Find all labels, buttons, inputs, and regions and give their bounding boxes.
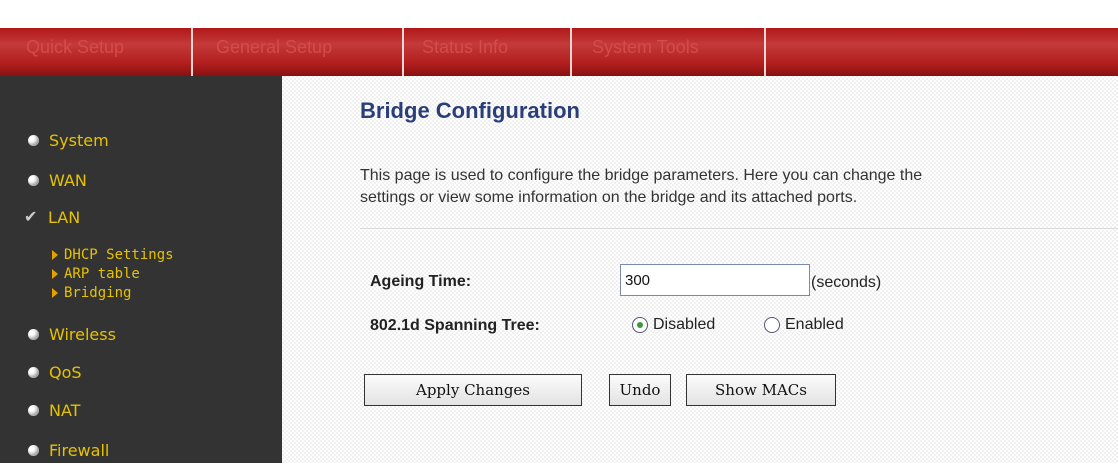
top-nav-bar: Quick Setup General Setup Status Info Sy… bbox=[0, 14, 1118, 76]
divider bbox=[360, 228, 1118, 229]
sidebar-item-label: System bbox=[49, 130, 109, 150]
bullet-icon bbox=[28, 134, 39, 146]
spanning-tree-label: 802.1d Spanning Tree: bbox=[370, 317, 540, 334]
sidebar-subitem-label: ARP table bbox=[64, 266, 140, 282]
page-title: Bridge Configuration bbox=[360, 98, 580, 123]
top-margin bbox=[0, 0, 1118, 14]
tab-divider bbox=[570, 28, 572, 76]
sidebar-subitem-arp[interactable]: ARP table bbox=[52, 265, 140, 283]
tab-quick-setup[interactable]: Quick Setup bbox=[26, 32, 124, 62]
sidebar-item-label: Wireless bbox=[49, 324, 116, 344]
ageing-time-unit: (seconds) bbox=[811, 274, 882, 291]
sidebar-item-wireless[interactable]: Wireless bbox=[28, 320, 116, 348]
undo-button[interactable]: Undo bbox=[609, 374, 671, 406]
show-macs-button[interactable]: Show MACs bbox=[686, 374, 836, 406]
ageing-time-input[interactable] bbox=[620, 264, 810, 296]
sidebar-item-label: Firewall bbox=[49, 440, 110, 460]
sidebar-item-wan[interactable]: WAN bbox=[28, 166, 87, 194]
sidebar-item-qos[interactable]: QoS bbox=[28, 358, 82, 386]
ageing-time-label: Ageing Time: bbox=[370, 273, 472, 290]
sidebar-subitem-bridging[interactable]: Bridging bbox=[52, 284, 131, 302]
sidebar: System WAN ✔ LAN DHCP Settings ARP table… bbox=[0, 76, 282, 463]
check-icon: ✔ bbox=[24, 207, 38, 226]
sidebar-item-label: NAT bbox=[49, 400, 81, 420]
apply-changes-button[interactable]: Apply Changes bbox=[364, 374, 582, 406]
sidebar-item-firewall[interactable]: Firewall bbox=[28, 436, 109, 464]
description-line: settings or view some information on the… bbox=[360, 189, 858, 206]
sidebar-subitem-label: DHCP Settings bbox=[64, 247, 174, 263]
tab-divider bbox=[191, 28, 193, 76]
radio-selected-icon[interactable] bbox=[632, 317, 648, 333]
triangle-icon bbox=[52, 269, 58, 279]
main-content: Bridge Configuration This page is used t… bbox=[282, 76, 1118, 463]
stp-disabled-option[interactable]: Disabled bbox=[632, 316, 715, 334]
sidebar-item-label: QoS bbox=[49, 362, 82, 382]
tab-system-tools[interactable]: System Tools bbox=[592, 32, 699, 62]
description-line: This page is used to configure the bridg… bbox=[360, 167, 923, 184]
radio-label: Enabled bbox=[785, 316, 844, 333]
radio-label: Disabled bbox=[653, 316, 716, 333]
radio-unselected-icon[interactable] bbox=[764, 317, 780, 333]
bullet-icon bbox=[28, 444, 39, 456]
triangle-icon bbox=[52, 250, 58, 260]
bullet-icon bbox=[28, 404, 39, 416]
tab-general-setup[interactable]: General Setup bbox=[216, 32, 332, 62]
tab-status-info[interactable]: Status Info bbox=[422, 32, 508, 62]
triangle-icon bbox=[52, 288, 58, 298]
sidebar-subitem-dhcp[interactable]: DHCP Settings bbox=[52, 246, 174, 264]
sidebar-item-system[interactable]: System bbox=[28, 126, 109, 154]
sidebar-item-lan[interactable]: ✔ LAN bbox=[24, 203, 80, 231]
sidebar-item-nat[interactable]: NAT bbox=[28, 396, 80, 424]
bullet-icon bbox=[28, 328, 39, 340]
stp-enabled-option[interactable]: Enabled bbox=[764, 316, 844, 334]
bullet-icon bbox=[28, 366, 39, 378]
tab-divider bbox=[402, 28, 404, 76]
sidebar-item-label: LAN bbox=[48, 207, 81, 227]
sidebar-item-label: WAN bbox=[49, 170, 87, 190]
page-description: This page is used to configure the bridg… bbox=[360, 165, 1118, 209]
sidebar-subitem-label: Bridging bbox=[64, 285, 132, 301]
bullet-icon bbox=[28, 174, 39, 186]
tab-divider bbox=[764, 28, 766, 76]
